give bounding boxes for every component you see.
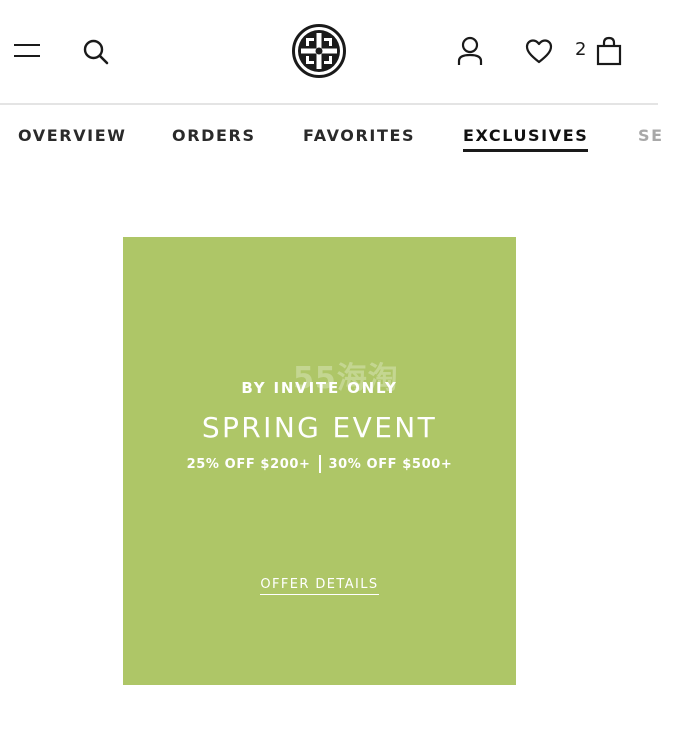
bag-count-badge: 2 xyxy=(575,39,587,60)
offer-tier-2: 30% OFF $500+ xyxy=(328,456,453,472)
shopping-bag-icon[interactable] xyxy=(596,36,622,66)
menu-icon[interactable] xyxy=(14,40,40,62)
tab-overview[interactable]: OVERVIEW xyxy=(18,126,127,145)
heart-icon[interactable] xyxy=(524,37,554,65)
promo-title: SPRING EVENT xyxy=(201,411,438,444)
tory-burch-logo-icon[interactable] xyxy=(292,24,346,78)
promo-eyebrow: BY INVITE ONLY xyxy=(241,379,398,397)
search-icon[interactable] xyxy=(82,38,110,66)
account-tabs: OVERVIEW ORDERS FAVORITES EXCLUSIVES SE xyxy=(0,118,698,158)
promo-offers: 25% OFF $200+ 30% OFF $500+ xyxy=(123,455,516,473)
tab-partial[interactable]: SE xyxy=(638,126,664,145)
spring-event-promo-card[interactable]: 55海淘 BY INVITE ONLY SPRING EVENT 25% OFF… xyxy=(123,237,516,685)
page: 2 OVERVIEW ORDERS FAVORITES EXCLUSIVES S… xyxy=(0,0,698,746)
offer-details-link-wrap: OFFER DETAILS xyxy=(123,577,516,595)
tab-exclusives[interactable]: EXCLUSIVES xyxy=(463,126,589,152)
account-icon[interactable] xyxy=(456,36,484,66)
tab-orders[interactable]: ORDERS xyxy=(172,126,256,145)
tab-favorites[interactable]: FAVORITES xyxy=(303,126,415,145)
offer-tier-1: 25% OFF $200+ xyxy=(186,456,311,472)
offer-details-link[interactable]: OFFER DETAILS xyxy=(260,577,379,595)
offer-divider xyxy=(318,455,321,473)
site-header: 2 xyxy=(0,0,658,105)
